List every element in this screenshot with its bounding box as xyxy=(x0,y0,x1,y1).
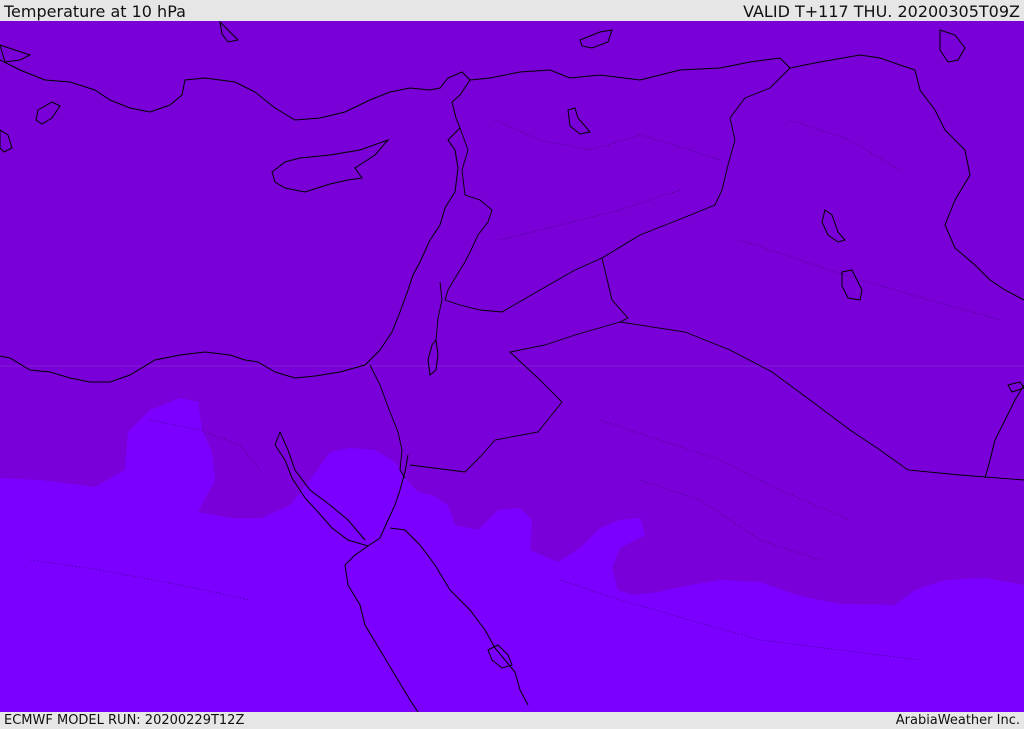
map-header: Temperature at 10 hPa VALID T+117 THU. 2… xyxy=(0,0,1024,21)
model-run-label: ECMWF MODEL RUN: 20200229T12Z xyxy=(4,713,245,728)
valid-time-label: VALID T+117 THU. 20200305T09Z xyxy=(743,2,1020,21)
map-canvas xyxy=(0,21,1024,712)
map-footer: ECMWF MODEL RUN: 20200229T12Z ArabiaWeat… xyxy=(0,712,1024,729)
credit-label: ArabiaWeather Inc. xyxy=(895,713,1020,728)
upper-shade-region xyxy=(0,21,1024,366)
temperature-map xyxy=(0,21,1024,712)
map-title: Temperature at 10 hPa xyxy=(4,2,186,21)
